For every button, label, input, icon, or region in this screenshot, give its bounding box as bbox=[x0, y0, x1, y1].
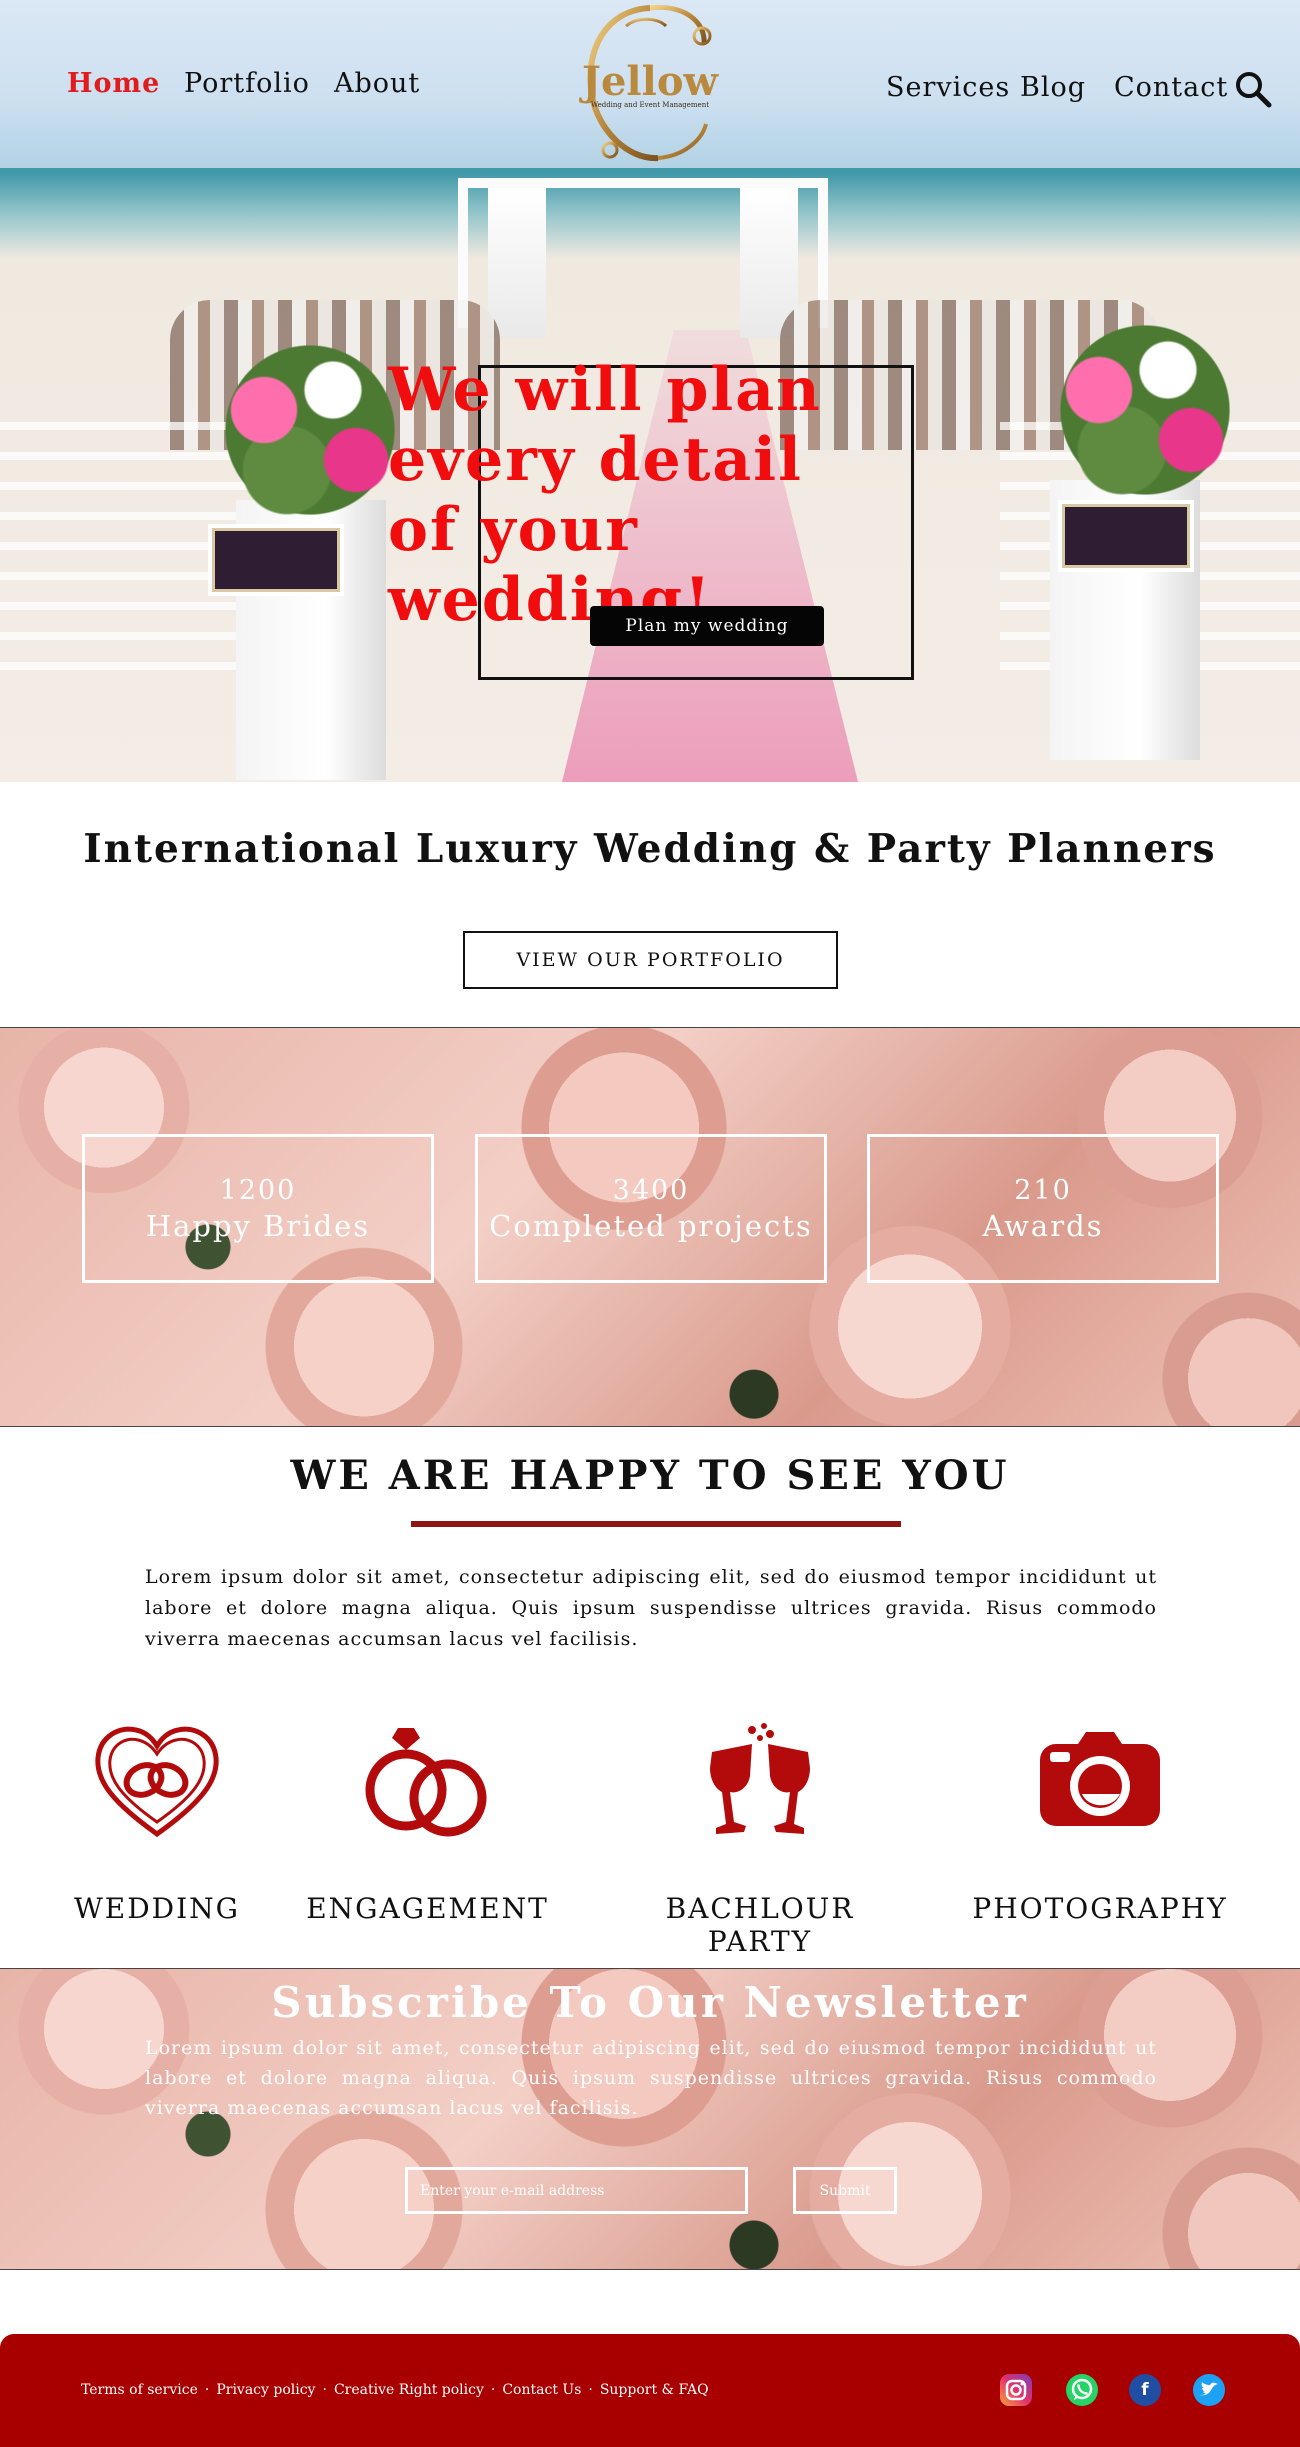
site-logo[interactable]: Jellow Wedding and Event Management bbox=[566, 0, 734, 168]
view-portfolio-button[interactable]: VIEW OUR PORTFOLIO bbox=[463, 931, 838, 989]
email-input[interactable] bbox=[405, 2167, 748, 2214]
nav-portfolio-link[interactable]: Portfolio bbox=[184, 68, 310, 99]
footer-link-terms[interactable]: Terms of service bbox=[81, 2382, 198, 2398]
logo-tagline: Wedding and Event Management bbox=[590, 101, 710, 109]
facebook-icon[interactable]: f bbox=[1129, 2374, 1161, 2406]
newsletter-paragraph: Lorem ipsum dolor sit amet, consectetur … bbox=[145, 2037, 1157, 2119]
service-label: PHOTOGRAPHY bbox=[972, 1892, 1228, 1925]
whatsapp-icon[interactable] bbox=[1066, 2374, 1098, 2406]
service-label: BACHLOUR PARTY bbox=[665, 1892, 855, 1958]
twitter-icon[interactable] bbox=[1193, 2374, 1225, 2406]
nav-services-link[interactable]: Services bbox=[886, 72, 1010, 103]
welcome-title: WE ARE HAPPY TO SEE YOU bbox=[290, 1452, 1010, 1499]
welcome-paragraph: Lorem ipsum dolor sit amet, consectetur … bbox=[145, 1566, 1157, 1650]
footer-separator: · bbox=[588, 2382, 593, 2398]
footer-link-contact[interactable]: Contact Us bbox=[502, 2382, 581, 2398]
service-wedding[interactable]: WEDDING bbox=[62, 1722, 252, 1942]
footer: Terms of service · Privacy policy · Creative… bbox=[0, 2334, 1300, 2447]
footer-separator: · bbox=[322, 2382, 327, 2398]
footer-link-creative-right[interactable]: Creative Right policy bbox=[334, 2382, 484, 2398]
footer-link-support[interactable]: Support & FAQ bbox=[600, 2382, 709, 2398]
wedding-arch bbox=[458, 178, 828, 338]
search-icon[interactable] bbox=[1234, 70, 1272, 108]
rings-icon bbox=[365, 1728, 486, 1837]
logo-wordmark: Jellow bbox=[582, 58, 718, 105]
stat-awards: 210 Awards bbox=[867, 1134, 1219, 1283]
hero-section: Home Portfolio About Services Blog Conta… bbox=[0, 0, 1300, 782]
footer-links: Terms of service · Privacy policy · Creative… bbox=[81, 2382, 709, 2398]
title-divider bbox=[411, 1521, 901, 1527]
stat-value: 1200 bbox=[219, 1175, 297, 1206]
couple-sign-right bbox=[1062, 504, 1190, 568]
nav-blog-link[interactable]: Blog bbox=[1020, 72, 1086, 103]
stat-value: 3400 bbox=[612, 1175, 690, 1206]
instagram-icon[interactable] bbox=[1000, 2374, 1032, 2406]
service-engagement[interactable]: ENGAGEMENT bbox=[300, 1722, 555, 1942]
footer-separator: · bbox=[204, 2382, 210, 2398]
camera-icon bbox=[1040, 1732, 1160, 1826]
heart-rings-icon bbox=[95, 1726, 219, 1838]
stat-happy-brides: 1200 Happy Brides bbox=[82, 1134, 434, 1283]
stat-value: 210 bbox=[1014, 1175, 1072, 1206]
plan-wedding-button[interactable]: Plan my wedding bbox=[590, 606, 824, 646]
stat-label: Happy Brides bbox=[145, 1209, 371, 1243]
nav-about-link[interactable]: About bbox=[334, 68, 420, 99]
footer-link-privacy[interactable]: Privacy policy bbox=[216, 2382, 315, 2398]
submit-button[interactable]: Submit bbox=[793, 2167, 897, 2214]
flower-arrangement-right bbox=[1030, 310, 1260, 510]
service-label: WEDDING bbox=[73, 1892, 241, 1925]
service-bachelor-party[interactable]: BACHLOUR PARTY bbox=[610, 1722, 910, 1958]
stat-label: Awards bbox=[982, 1209, 1104, 1243]
footer-separator: · bbox=[490, 2382, 496, 2398]
couple-sign-left bbox=[212, 528, 340, 592]
hero-title: We will plan every detail of your weddin… bbox=[388, 355, 822, 635]
champagne-glasses-icon bbox=[710, 1723, 810, 1834]
intro-title: International Luxury Wedding & Party Pla… bbox=[83, 826, 1217, 872]
newsletter-title: Subscribe To Our Newsletter bbox=[271, 1978, 1029, 2027]
stat-completed-projects: 3400 Completed projects bbox=[475, 1134, 827, 1283]
nav-home-link[interactable]: Home bbox=[67, 68, 160, 99]
nav-contact-link[interactable]: Contact bbox=[1114, 72, 1228, 103]
stat-label: Completed projects bbox=[489, 1209, 813, 1243]
service-photography[interactable]: PHOTOGRAPHY bbox=[965, 1722, 1235, 1942]
service-label: ENGAGEMENT bbox=[306, 1892, 549, 1925]
